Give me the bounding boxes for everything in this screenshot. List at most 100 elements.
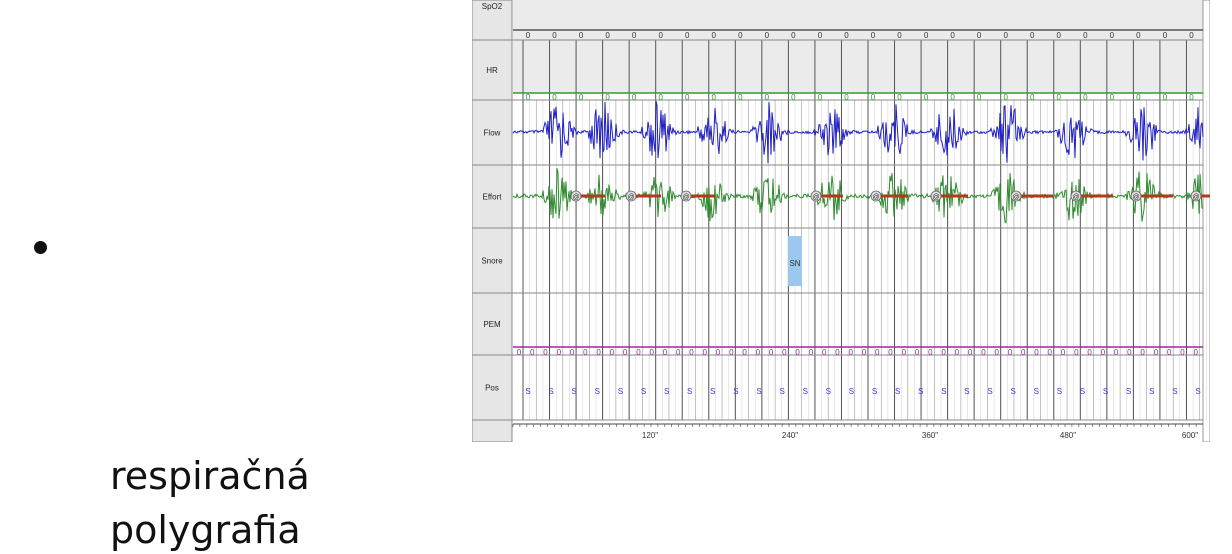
hr-value: 0 (552, 93, 557, 102)
pem-value: 0 (955, 348, 960, 357)
hr-value: 0 (1003, 93, 1008, 102)
hr-value: 0 (977, 93, 982, 102)
spo2-value: 0 (765, 31, 770, 40)
pos-value: S (803, 387, 808, 396)
spo2-value: 0 (871, 31, 876, 40)
hr-value: 0 (1163, 93, 1168, 102)
channel-label-flow: Flow (484, 129, 501, 138)
pem-value: 0 (862, 348, 867, 357)
spo2-value: 0 (1110, 31, 1115, 40)
hr-value: 0 (658, 93, 663, 102)
spo2-value: 0 (605, 31, 610, 40)
channel-label-snore: Snore (481, 257, 503, 266)
spo2-value: 0 (818, 31, 823, 40)
spo2-value: 0 (579, 31, 584, 40)
pem-value: 0 (809, 348, 814, 357)
pem-value: 0 (1101, 348, 1106, 357)
pem-value: 0 (1140, 348, 1145, 357)
hr-value: 0 (1083, 93, 1088, 102)
spo2-value: 0 (658, 31, 663, 40)
pem-value: 0 (782, 348, 787, 357)
hr-value: 0 (632, 93, 637, 102)
pem-value: 0 (610, 348, 615, 357)
time-tick-label: 120" (642, 431, 658, 440)
pos-value: S (941, 387, 946, 396)
bullet-dot (34, 241, 47, 254)
effort-event-symbol: @ (1072, 194, 1079, 201)
pos-value: S (895, 387, 900, 396)
pem-value: 0 (968, 348, 973, 357)
pos-value: S (525, 387, 530, 396)
hr-value: 0 (844, 93, 849, 102)
pos-value: S (964, 387, 969, 396)
pos-value: S (1080, 387, 1085, 396)
pem-value: 0 (835, 348, 840, 357)
pem-value: 0 (570, 348, 575, 357)
hr-value: 0 (685, 93, 690, 102)
hr-value: 0 (791, 93, 796, 102)
hr-value: 0 (871, 93, 876, 102)
pem-value: 0 (915, 348, 920, 357)
tracks-top-background (513, 0, 1203, 93)
pem-value: 0 (981, 348, 986, 357)
pem-value: 0 (703, 348, 708, 357)
pem-value: 0 (849, 348, 854, 357)
pem-value: 0 (596, 348, 601, 357)
bullet-text-line1: respiračná (110, 454, 310, 498)
pem-value: 0 (941, 348, 946, 357)
pem-value: 0 (729, 348, 734, 357)
effort-event-symbol: @ (932, 194, 939, 201)
spo2-value: 0 (1083, 31, 1088, 40)
pos-value: S (756, 387, 761, 396)
pem-value: 0 (1180, 348, 1185, 357)
pos-value: S (1034, 387, 1039, 396)
pem-value: 0 (676, 348, 681, 357)
pem-value: 0 (517, 348, 522, 357)
pem-value: 0 (1154, 348, 1159, 357)
spo2-value: 0 (526, 31, 531, 40)
pos-value: S (618, 387, 623, 396)
spo2-value: 0 (552, 31, 557, 40)
time-tick-label: 480" (1060, 431, 1076, 440)
pos-value: S (548, 387, 553, 396)
spo2-value: 0 (632, 31, 637, 40)
polygraphy-recording: SpO2HRFlowEffortSnorePEMPos0 0 0 0 0 0 0 0 0 0 0 0 0… (472, 0, 1210, 442)
pos-value: S (572, 387, 577, 396)
effort-event-symbol: @ (572, 194, 579, 201)
pem-value: 0 (716, 348, 721, 357)
pos-value: S (1126, 387, 1131, 396)
pos-value: S (1103, 387, 1108, 396)
pem-value: 0 (1194, 348, 1199, 357)
hr-value: 0 (526, 93, 531, 102)
effort-event-symbol: @ (872, 194, 879, 201)
pem-value: 0 (769, 348, 774, 357)
pem-value: 0 (1048, 348, 1053, 357)
effort-event-symbol: @ (1012, 194, 1019, 201)
pem-value: 0 (1021, 348, 1026, 357)
hr-value: 0 (1136, 93, 1141, 102)
hr-value: 0 (924, 93, 929, 102)
spo2-value: 0 (685, 31, 690, 40)
time-tick-label: 360" (922, 431, 938, 440)
channel-label-hr: HR (486, 66, 498, 75)
pem-value: 0 (742, 348, 747, 357)
pem-value: 0 (1061, 348, 1066, 357)
pem-value: 0 (1127, 348, 1132, 357)
pem-value: 0 (888, 348, 893, 357)
pos-value: S (918, 387, 923, 396)
pem-value: 0 (994, 348, 999, 357)
pos-value: S (826, 387, 831, 396)
hr-value: 0 (765, 93, 770, 102)
spo2-value: 0 (1136, 31, 1141, 40)
spo2-value: 0 (924, 31, 929, 40)
pem-value: 0 (583, 348, 588, 357)
pem-value: 0 (689, 348, 694, 357)
channel-label-effort: Effort (483, 193, 503, 202)
effort-event-symbol: @ (812, 194, 819, 201)
pos-value: S (987, 387, 992, 396)
pos-value: S (733, 387, 738, 396)
pos-value: S (1149, 387, 1154, 396)
bullet-text-line2: polygrafia (110, 508, 301, 552)
pem-value: 0 (1114, 348, 1119, 357)
hr-value: 0 (950, 93, 955, 102)
